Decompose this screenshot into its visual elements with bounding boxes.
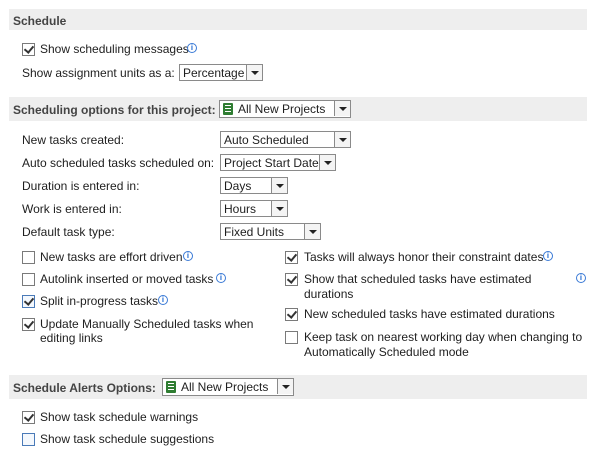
honor-constraint-dates-info-icon[interactable]: i (543, 251, 553, 261)
default-task-type-label: Default task type: (22, 225, 115, 239)
auto-scheduled-on-dropdown[interactable]: Project Start Date (220, 154, 336, 171)
update-manual-tasks-checkbox[interactable] (22, 318, 35, 331)
show-estimated-durations-label-line2: durations (304, 287, 354, 301)
auto-scheduled-on-value: Project Start Date (224, 156, 319, 170)
split-in-progress-label: Split in-progress tasks (40, 294, 159, 308)
honor-constraint-dates-label: Tasks will always honor their constraint… (304, 250, 544, 264)
chevron-down-icon[interactable] (246, 65, 262, 80)
show-scheduling-messages-checkbox[interactable] (22, 43, 35, 56)
autolink-info-icon[interactable]: i (216, 273, 226, 283)
schedule-section-header: Schedule (9, 9, 587, 30)
scheduling-options-project-value: All New Projects (238, 102, 326, 116)
schedule-alerts-section-header: Schedule Alerts Options: (9, 375, 587, 399)
keep-task-nearest-day-label: Keep task on nearest working day when ch… (304, 330, 583, 344)
work-entered-value: Hours (224, 202, 257, 216)
new-scheduled-estimated-checkbox[interactable] (285, 308, 298, 321)
new-scheduled-estimated-label: New scheduled tasks have estimated durat… (304, 307, 555, 321)
show-estimated-durations-checkbox[interactable] (285, 273, 298, 286)
chevron-down-icon[interactable] (277, 379, 293, 394)
show-schedule-suggestions-label: Show task schedule suggestions (40, 432, 215, 446)
schedule-header-title: Schedule (13, 14, 67, 28)
split-in-progress-checkbox[interactable] (22, 295, 35, 308)
assignment-units-dropdown[interactable]: Percentage (179, 64, 263, 81)
show-schedule-suggestions-checkbox[interactable] (22, 433, 35, 446)
duration-entered-label: Duration is entered in: (22, 179, 140, 193)
show-scheduling-messages-label: Show scheduling messages (40, 42, 189, 56)
new-tasks-created-dropdown[interactable]: Auto Scheduled (220, 131, 351, 148)
chevron-down-icon[interactable] (319, 155, 335, 170)
autolink-checkbox[interactable] (22, 273, 35, 286)
effort-driven-info-icon[interactable]: i (183, 251, 193, 261)
scheduling-options-header-title: Scheduling options for this project: (13, 103, 216, 117)
update-manual-tasks-label-line2: editing links (40, 331, 103, 345)
show-schedule-warnings-label: Show task schedule warnings (40, 410, 199, 424)
assignment-units-label: Show assignment units as a: (22, 66, 175, 80)
schedule-alerts-project-value: All New Projects (181, 380, 269, 394)
show-schedule-warnings-checkbox[interactable] (22, 411, 35, 424)
scheduling-options-project-dropdown[interactable]: All New Projects (219, 100, 351, 118)
default-task-type-value: Fixed Units (224, 225, 285, 239)
keep-task-nearest-day-label-line2: Automatically Scheduled mode (304, 345, 469, 359)
work-entered-label: Work is entered in: (22, 202, 122, 216)
keep-task-nearest-day-checkbox[interactable] (285, 331, 298, 344)
chevron-down-icon[interactable] (334, 101, 350, 116)
schedule-alerts-project-dropdown[interactable]: All New Projects (162, 378, 294, 396)
chevron-down-icon[interactable] (271, 178, 287, 193)
schedule-alerts-header-title: Schedule Alerts Options: (13, 381, 156, 395)
honor-constraint-dates-checkbox[interactable] (285, 251, 298, 264)
chevron-down-icon[interactable] (334, 132, 350, 147)
default-task-type-dropdown[interactable]: Fixed Units (220, 223, 321, 240)
split-in-progress-info-icon[interactable]: i (158, 295, 168, 305)
show-estimated-durations-label: Show that scheduled tasks have estimated (304, 272, 532, 286)
autolink-label: Autolink inserted or moved tasks (40, 272, 214, 286)
new-tasks-created-label: New tasks created: (22, 133, 125, 147)
chevron-down-icon[interactable] (304, 224, 320, 239)
assignment-units-value: Percentage (183, 66, 245, 80)
chevron-down-icon[interactable] (271, 201, 287, 216)
effort-driven-label: New tasks are effort driven (40, 250, 183, 264)
duration-entered-value: Days (224, 179, 252, 193)
effort-driven-checkbox[interactable] (22, 251, 35, 264)
show-estimated-durations-info-icon[interactable]: i (576, 273, 586, 283)
new-tasks-created-value: Auto Scheduled (224, 133, 309, 147)
duration-entered-dropdown[interactable]: Days (220, 177, 288, 194)
project-file-icon (166, 381, 176, 393)
show-scheduling-messages-info-icon[interactable]: i (187, 43, 197, 53)
work-entered-dropdown[interactable]: Hours (220, 200, 288, 217)
project-file-icon (223, 103, 233, 115)
auto-scheduled-on-label: Auto scheduled tasks scheduled on: (22, 156, 215, 170)
